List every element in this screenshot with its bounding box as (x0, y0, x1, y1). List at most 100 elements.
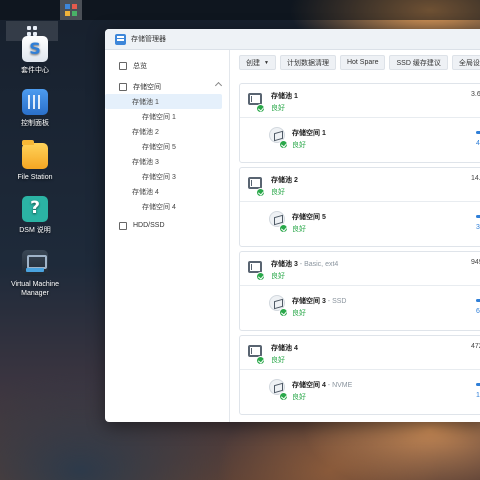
sidebar-item-label: 存储池 4 (132, 188, 159, 196)
status-ok-icon (279, 140, 288, 149)
volume-capacity: 441 (476, 140, 480, 147)
ssd-cache-advisor-button[interactable]: SSD 缓存建议 (389, 55, 448, 70)
storage-manager-icon (65, 4, 77, 16)
desktop-package-center[interactable]: 套件中心 (0, 36, 70, 75)
storage-pool-status: 良好 (271, 357, 285, 364)
storage-pool-status: 良好 (271, 105, 285, 112)
storage-pool-name: 存储池 1 (271, 91, 298, 101)
sidebar-item-label: 存储池 2 (132, 128, 159, 136)
storage-pool-status: 良好 (271, 189, 285, 196)
volume-usage-bar (476, 383, 480, 386)
toolbar: 创建 ▼ 计划数据清理 Hot Spare SSD 缓存建议 全局设 (231, 50, 480, 75)
global-settings-button[interactable]: 全局设 (451, 55, 480, 70)
sidebar-item-overview[interactable]: 总览 (105, 58, 229, 73)
help-icon (22, 196, 48, 222)
status-ok-icon (279, 224, 288, 233)
disk-icon (119, 221, 127, 230)
storage-pool-header[interactable]: 存储池 1 良好 3.6 (240, 84, 480, 118)
sidebar-item-volume-5[interactable]: 存储空间 5 (105, 139, 229, 154)
sidebar-item-label: 存储空间 4 (142, 203, 176, 211)
storage-pool-status: 良好 (271, 273, 285, 280)
volume-description: - NVME (325, 382, 353, 389)
taskbar (0, 0, 480, 41)
storage-pool-card[interactable]: 存储池 4 良好 472 存储空间 4 - NVME 良好 150 (239, 335, 480, 415)
desktop-label: 套件中心 (21, 67, 49, 74)
sidebar-item-label: 存储池 3 (132, 158, 159, 166)
volume-usage-bar (476, 215, 480, 218)
storage-pool-header[interactable]: 存储池 3 - Basic, ext4 良好 949 (240, 252, 480, 286)
sidebar-item-pool-2[interactable]: 存储池 2 (105, 124, 229, 139)
volume-name-text: 存储空间 5 (292, 214, 326, 221)
sidebar-item-pool-3[interactable]: 存储池 3 (105, 154, 229, 169)
desktop-dsm-help[interactable]: DSM 说明 (0, 196, 70, 235)
volume-status: 良好 (292, 394, 306, 401)
volume-row[interactable]: 存储空间 4 - NVME 良好 150 (240, 370, 480, 414)
desktop-label: Virtual Machine Manager (10, 281, 60, 297)
pool-name-text: 存储池 3 (271, 261, 298, 268)
status-ok-icon (256, 272, 265, 281)
data-scrubbing-button[interactable]: 计划数据清理 (279, 55, 336, 70)
window-title: 存储管理器 (131, 36, 166, 43)
window-titlebar[interactable]: 存储管理器 (105, 29, 480, 50)
grid-menu-icon (27, 26, 37, 36)
status-ok-icon (256, 188, 265, 197)
volume-name-text: 存储空间 1 (292, 130, 326, 137)
status-ok-icon (279, 308, 288, 317)
volume-row[interactable]: 存储空间 1 良好 441 (240, 118, 480, 162)
storage-pool-card[interactable]: 存储池 3 - Basic, ext4 良好 949 存储空间 3 - SSD … (239, 251, 480, 331)
sidebar-item-label: 存储空间 (133, 83, 161, 91)
sidebar-item-volume-3[interactable]: 存储空间 3 (105, 169, 229, 184)
volume-usage-bar (476, 131, 480, 134)
sidebar-item-label: 存储池 1 (132, 98, 159, 106)
storage-manager-window: 存储管理器 总览 存储空间 存储池 1 存储空间 1 存储池 2 存储空间 5 … (105, 29, 480, 422)
storage-pool-capacity: 472 (471, 343, 480, 350)
folder-icon (22, 140, 48, 169)
volume-status: 良好 (292, 142, 306, 149)
volume-usage-fill (476, 299, 480, 302)
virtual-machine-icon (22, 250, 48, 276)
storage-pool-card[interactable]: 存储池 2 良好 14. 存储空间 5 良好 3.4 (239, 167, 480, 247)
sidebar-item-storage[interactable]: 存储空间 (105, 79, 229, 94)
desktop-control-panel[interactable]: 控制面板 (0, 89, 70, 128)
pool-description: - Basic, ext4 (297, 261, 339, 268)
desktop-label: 控制面板 (21, 120, 49, 127)
storage-pool-name: 存储池 4 (271, 343, 298, 353)
storage-pool-capacity: 949 (471, 259, 480, 266)
volume-capacity: 150 (476, 392, 480, 399)
sidebar-item-label: 总览 (133, 62, 147, 70)
storage-pool-header[interactable]: 存储池 2 良好 14. (240, 168, 480, 202)
control-panel-icon (22, 89, 48, 115)
sidebar-item-label: 存储空间 1 (142, 113, 176, 121)
desktop-file-station[interactable]: File Station (0, 140, 70, 182)
storage-pool-capacity: 3.6 (471, 91, 480, 98)
status-ok-icon (279, 392, 288, 401)
storage-pool-card[interactable]: 存储池 1 良好 3.6 存储空间 1 良好 441 (239, 83, 480, 163)
create-button[interactable]: 创建 ▼ (239, 55, 276, 70)
sidebar-item-pool-1[interactable]: 存储池 1 (105, 94, 222, 109)
storage-icon (119, 82, 127, 91)
sidebar-item-pool-4[interactable]: 存储池 4 (105, 184, 229, 199)
caret-down-icon: ▼ (264, 59, 269, 66)
storage-pool-header[interactable]: 存储池 4 良好 472 (240, 336, 480, 370)
chevron-up-icon[interactable] (214, 81, 223, 90)
volume-row[interactable]: 存储空间 3 - SSD 良好 672 (240, 286, 480, 330)
sidebar-item-label: HDD/SSD (133, 222, 165, 229)
sidebar-item-hdd-ssd[interactable]: HDD/SSD (105, 218, 229, 233)
storage-manager-icon (115, 33, 126, 45)
desktop-virtual-machine-manager[interactable]: Virtual Machine Manager (0, 250, 70, 298)
desktop-label: File Station (17, 174, 53, 181)
volume-name-text: 存储空间 3 (292, 298, 326, 305)
volume-description: - SSD (325, 298, 347, 305)
sidebar-item-volume-4[interactable]: 存储空间 4 (105, 199, 229, 214)
volume-usage-fill (476, 383, 480, 386)
sidebar-item-volume-1[interactable]: 存储空间 1 (105, 109, 229, 124)
pool-name-text: 存储池 1 (271, 93, 298, 100)
volume-row[interactable]: 存储空间 5 良好 3.4 (240, 202, 480, 246)
hot-spare-button[interactable]: Hot Spare (339, 55, 386, 70)
pool-name-text: 存储池 2 (271, 177, 298, 184)
sidebar-item-label: 存储空间 5 (142, 143, 176, 151)
taskbar-storage-manager[interactable] (60, 0, 82, 20)
desktop-label: DSM 说明 (19, 227, 51, 234)
create-label: 创建 (246, 59, 260, 67)
pool-name-text: 存储池 4 (271, 345, 298, 352)
